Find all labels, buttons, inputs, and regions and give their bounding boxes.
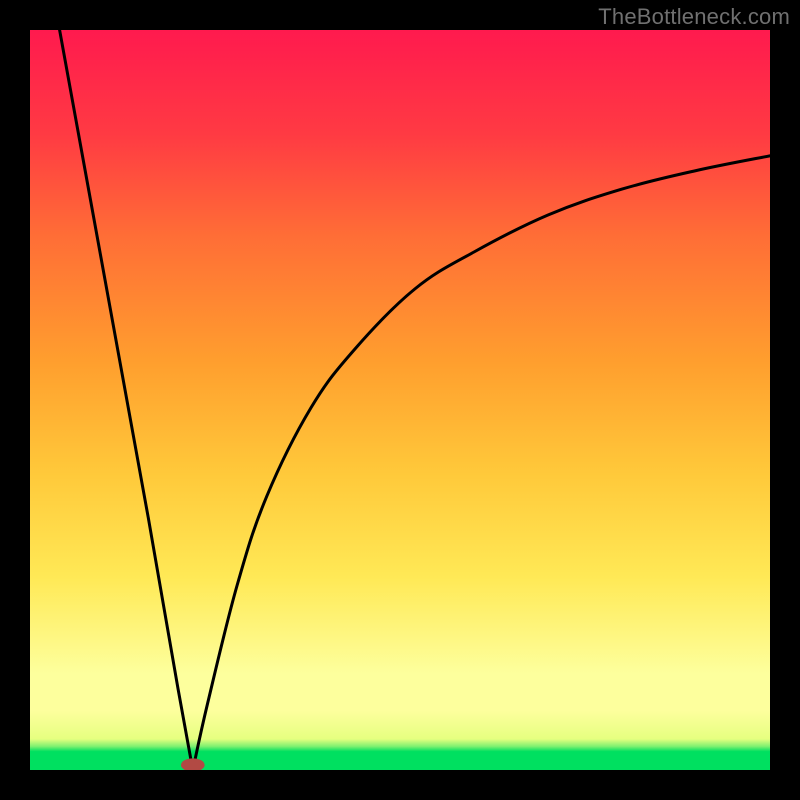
watermark-text: TheBottleneck.com <box>598 4 790 30</box>
bottleneck-curve <box>60 30 770 770</box>
plot-area <box>30 30 770 770</box>
minimum-marker <box>181 758 205 770</box>
chart-frame: TheBottleneck.com <box>0 0 800 800</box>
curve-layer <box>30 30 770 770</box>
